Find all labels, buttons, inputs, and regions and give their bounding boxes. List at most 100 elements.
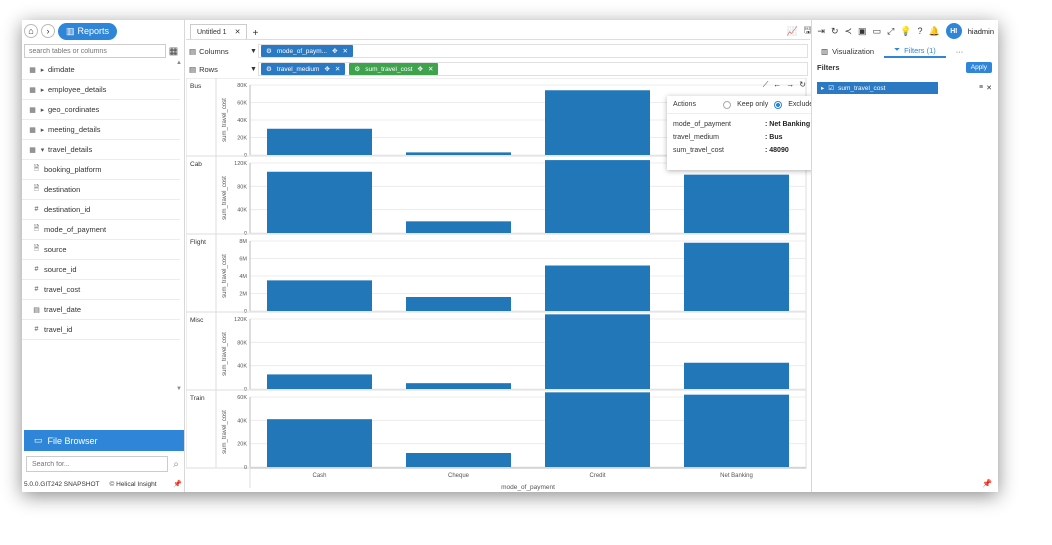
- tree-item-destination-id[interactable]: # destination_id: [22, 200, 180, 220]
- tab-visualization[interactable]: ▥ Visualization: [811, 44, 884, 58]
- bar-misc-cheque: [406, 383, 511, 389]
- popup-header: Actions Keep only Exclude ✕: [667, 96, 835, 114]
- x-tick-label: Cash: [312, 473, 326, 479]
- tree-item-geo-cordinates[interactable]: ▦ ▸ geo_cordinates: [22, 100, 180, 120]
- move-icon[interactable]: ✥: [332, 47, 337, 55]
- tree-item-destination[interactable]: 🗎 destination: [22, 180, 180, 200]
- table-tree: ▦ ▸ dimdate ▦ ▸ employee_details ▦ ▸ geo_cordina…: [22, 60, 180, 340]
- file-browser-button[interactable]: ▭ File Browser: [24, 430, 184, 451]
- menu-icon[interactable]: ≡: [979, 84, 983, 92]
- tree-item-label: destination: [44, 185, 81, 194]
- tree-item-label: booking_platform: [44, 165, 102, 174]
- search-for-row: ⌕: [26, 456, 184, 472]
- y-tick-label: 20K: [237, 442, 247, 448]
- tree-item-source-id[interactable]: # source_id: [22, 260, 180, 280]
- add-tab-button[interactable]: +: [247, 28, 263, 39]
- close-icon[interactable]: ✕: [986, 84, 992, 92]
- chart-icon[interactable]: 📈: [787, 26, 798, 37]
- settings-icon[interactable]: ⚙: [266, 47, 272, 55]
- caret-right-icon[interactable]: ▸: [40, 66, 45, 74]
- close-icon[interactable]: ✕: [335, 65, 340, 73]
- trend-icon[interactable]: ⟋: [763, 80, 769, 90]
- tree-item-label: meeting_details: [48, 125, 101, 134]
- tab-filters-label: Filters (1): [904, 45, 936, 55]
- reports-button[interactable]: ▥ Reports: [58, 22, 118, 40]
- y-tick-label: 80K: [237, 83, 247, 89]
- caret-right-icon[interactable]: ▸: [40, 106, 45, 114]
- caret-right-icon: ▸: [821, 85, 825, 92]
- filters-header: Filters Apply: [817, 60, 992, 74]
- close-icon[interactable]: ✕: [235, 28, 241, 36]
- tree-item-dimdate[interactable]: ▦ ▸ dimdate: [22, 60, 180, 80]
- chart-toolbar: ⟋ ← → ↻: [763, 80, 806, 90]
- search-icon[interactable]: ⌕: [168, 456, 184, 472]
- filter-pill[interactable]: ▸ ☑ sum_travel_cost: [817, 82, 938, 94]
- footer: 5.0.0.GIT242 SNAPSHOT © Helical Insight …: [24, 478, 182, 490]
- refresh-icon[interactable]: ↻: [799, 80, 806, 90]
- caret-down-icon[interactable]: ▼: [250, 48, 258, 55]
- caret-right-icon[interactable]: ▸: [40, 86, 45, 94]
- bar-bus-credit: [545, 90, 650, 155]
- tree-item-booking-platform[interactable]: 🗎 booking_platform: [22, 160, 180, 180]
- apply-button[interactable]: Apply: [965, 61, 992, 73]
- more-icon[interactable]: ···: [946, 44, 974, 58]
- popup-value: : 48090: [765, 147, 789, 154]
- tree-item-mode-of-payment[interactable]: 🗎 mode_of_payment: [22, 220, 180, 240]
- tab-filters[interactable]: ⏷ Filters (1): [884, 44, 946, 58]
- tree-item-label: travel_cost: [44, 285, 81, 294]
- arrow-right-icon[interactable]: →: [786, 80, 794, 90]
- bar-cab-net-banking: [684, 174, 789, 233]
- exclude-radio[interactable]: [774, 100, 783, 109]
- popup-row: sum_travel_cost: 48090: [667, 144, 835, 157]
- tab-untitled[interactable]: Untitled 1 ✕: [190, 24, 248, 39]
- caret-right-icon[interactable]: ▸: [40, 126, 45, 134]
- pin-icon[interactable]: 📌: [982, 479, 992, 488]
- tree-item-travel-cost[interactable]: # travel_cost: [22, 280, 180, 300]
- panel-label: Bus: [190, 83, 202, 90]
- bar-misc-cash: [267, 374, 372, 389]
- move-icon[interactable]: ✥: [324, 65, 329, 73]
- tree-item-label: dimdate: [48, 65, 75, 74]
- settings-icon[interactable]: ⚙: [354, 65, 360, 73]
- field-pill[interactable]: ⚙ sum_travel_cost ✥ ✕: [349, 63, 439, 75]
- tree-item-employee-details[interactable]: ▦ ▸ employee_details: [22, 80, 180, 100]
- tree-item-travel-id[interactable]: # travel_id: [22, 320, 180, 340]
- close-icon[interactable]: ✕: [343, 47, 348, 55]
- tree-item-source[interactable]: 🗎 source: [22, 240, 180, 260]
- home-icon[interactable]: ⌂: [24, 24, 38, 38]
- arrow-left-icon[interactable]: ←: [773, 80, 781, 90]
- chevron-right-icon[interactable]: ›: [41, 24, 55, 38]
- text-icon: 🗎: [33, 245, 40, 252]
- y-tick-label: 20K: [237, 136, 247, 142]
- keep-only-label: Keep only: [737, 101, 769, 108]
- search-tables-input[interactable]: [24, 44, 166, 58]
- keep-only-radio[interactable]: [723, 100, 732, 109]
- caret-down-icon[interactable]: ▼: [250, 66, 258, 73]
- rows-drop-zone[interactable]: ⚙ travel_medium ✥ ✕ ⚙ sum_travel_cost ✥ ✕: [258, 62, 808, 76]
- tree-item-travel-details[interactable]: ▦ ▾ travel_details: [22, 140, 180, 160]
- caret-down-icon[interactable]: ▾: [40, 146, 45, 154]
- y-tick-label: 40K: [237, 118, 247, 124]
- bar-cab-credit: [545, 160, 650, 233]
- tree-item-travel-date[interactable]: ▤ travel_date: [22, 300, 180, 320]
- y-axis-label: sum_travel_cost: [222, 410, 228, 454]
- settings-icon[interactable]: ⚙: [266, 65, 272, 73]
- move-icon[interactable]: ✥: [418, 65, 423, 73]
- field-pill[interactable]: ⚙ mode_of_paym... ✥ ✕: [261, 45, 353, 57]
- field-pill[interactable]: ⚙ travel_medium ✥ ✕: [261, 63, 346, 75]
- pin-icon[interactable]: 📌: [173, 480, 182, 488]
- x-tick-label: Cheque: [448, 473, 470, 479]
- search-for-input[interactable]: [26, 456, 168, 472]
- right-tabs: ▥ Visualization ⏷ Filters (1) ···: [811, 44, 998, 58]
- brand-text: © Helical Insight: [109, 480, 157, 488]
- tree-item-meeting-details[interactable]: ▦ ▸ meeting_details: [22, 120, 180, 140]
- tree-scrollbar[interactable]: ▲ ▼: [176, 60, 182, 395]
- grid-icon[interactable]: ▦: [166, 44, 181, 58]
- columns-drop-zone[interactable]: ⚙ mode_of_paym... ✥ ✕: [258, 44, 808, 58]
- y-tick-label: 60K: [237, 395, 247, 401]
- rows-icon: ▤: [189, 64, 197, 74]
- table-icon: ▦: [29, 146, 36, 154]
- y-tick-label: 4M: [239, 274, 247, 280]
- close-icon[interactable]: ✕: [428, 65, 433, 73]
- filter-icon: ⏷: [894, 45, 901, 54]
